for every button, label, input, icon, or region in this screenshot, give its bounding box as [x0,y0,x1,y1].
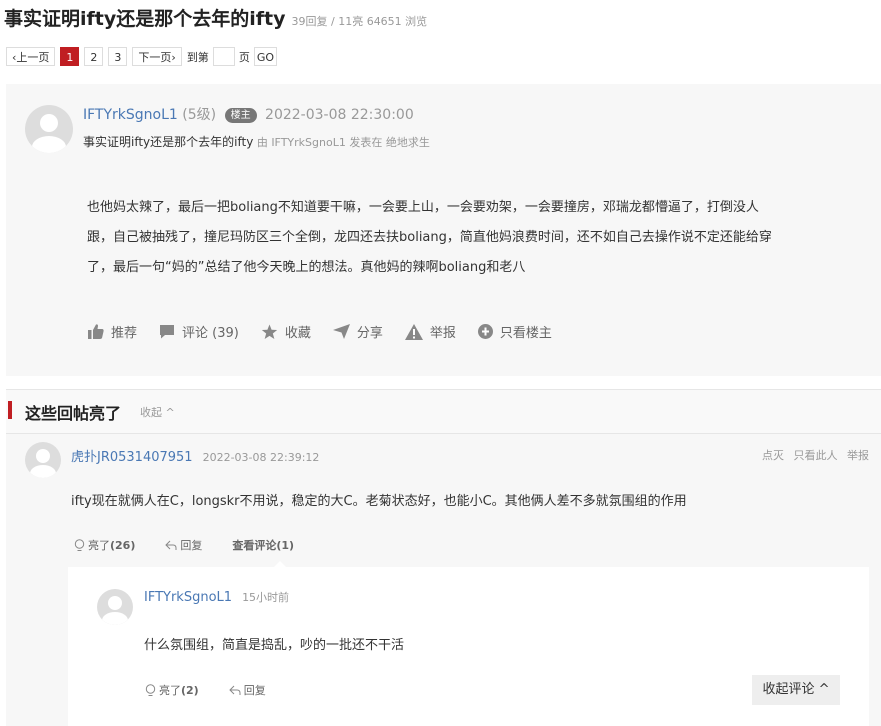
page-2-button[interactable]: 2 [84,47,104,66]
sub-reply-avatar[interactable] [97,589,133,625]
prev-page-button[interactable]: ‹上一页 [6,47,56,66]
thread-title-row: 事实证明ifty还是那个去年的ifty 39回复 / 11亮 64651 浏览 [4,4,427,31]
post-subject: 事实证明ifty还是那个去年的ifty [83,135,254,149]
thread-stats: 39回复 / 11亮 64651 浏览 [291,15,428,28]
light-button[interactable]: 亮了 (26) [74,537,135,553]
highlights-title: 这些回帖亮了 [25,404,122,423]
warning-icon [404,323,423,340]
post-actions: 推荐 评论 (39) 收藏 分享 举报 只看楼主 [88,322,574,341]
sub-light-count: (2) [181,683,199,697]
post-content-line: 跟，自己被抽残了，撞尼玛防区三个全倒，龙四还去扶boliang，简直他妈浪费时间… [87,230,772,245]
only-this-user-link[interactable]: 只看此人 [794,449,838,462]
forum-link[interactable]: 绝地求生 [386,136,430,149]
light-count: (26) [110,538,136,552]
sub-light-label: 亮了 [159,684,181,697]
view-comments-label: 查看评论(1) [232,539,295,552]
sub-light-button[interactable]: 亮了 (2) [145,682,199,698]
highlights-header [6,389,881,434]
goto-page-suffix: 页 [238,50,250,64]
sub-reply-time: 15小时前 [242,591,290,604]
comment-label: 评论 (39) [182,326,239,341]
collapse-comments-button[interactable]: 收起评论 ^ [752,675,840,705]
page-3-button[interactable]: 3 [108,47,128,66]
by-user-link[interactable]: IFTYrkSgnoL1 [271,136,346,149]
op-badge: 楼主 [224,108,257,123]
reply-label: 回复 [180,539,203,552]
highlights-collapse-button[interactable]: 收起 ^ [140,404,175,420]
only-op-button[interactable]: 只看楼主 [477,322,552,341]
goto-page-input[interactable] [212,47,235,66]
reply-links: 点灭 只看此人 举报 [756,447,869,463]
share-icon [332,324,350,339]
posted-in-label: 发表在 [349,136,383,149]
post-content-line: 也他妈太辣了，最后一把boliang不知道要干嘛，一会要上山，一会要劝架，一会要… [87,200,759,215]
reply-time: 2022-03-08 22:39:12 [202,451,320,464]
op-badge-icon [477,324,493,339]
downvote-link[interactable]: 点灭 [762,449,784,462]
thumbs-up-icon [88,324,104,339]
reply-text: ifty现在就俩人在C，longskr不用说，稳定的大C。老菊状态好，也能小C。… [71,494,687,509]
star-icon [261,324,277,339]
reply-arrow-icon [165,540,177,550]
sub-reply-label: 回复 [243,684,266,697]
reply-arrow-icon [229,685,241,695]
lightbulb-icon [145,683,156,696]
sub-reply-actions: 亮了 (2) 回复 [145,682,296,698]
reply-button[interactable]: 回复 [165,537,202,553]
recommend-label: 推荐 [111,326,138,341]
page-1-button[interactable]: 1 [60,47,80,66]
op-user-line: IFTYrkSgnoL1 (5级) 楼主 2022-03-08 22:30:00 [83,104,414,124]
report-label: 举报 [429,326,456,341]
pagination: ‹上一页 1 2 3 下一页› 到第 页 GO [6,47,282,66]
reply-actions: 亮了 (26) 回复 查看评论(1) [74,537,324,553]
view-comments-button[interactable]: 查看评论(1) [232,537,294,553]
by-label: 由 [256,136,268,149]
only-op-label: 只看楼主 [499,326,552,341]
comment-button[interactable]: 评论 (39) [159,322,239,341]
op-level: (5级) [182,107,217,123]
share-label: 分享 [356,326,383,341]
section-accent-bar [8,401,12,419]
sub-reply-username[interactable]: IFTYrkSgnoL1 [144,590,232,605]
sub-reply-button[interactable]: 回复 [229,682,266,698]
post-content-line: 了，最后一句“妈的”总结了他今天晚上的想法。真他妈的辣啊boliang和老八 [87,260,526,275]
go-button[interactable]: GO [253,47,277,66]
thread-title: 事实证明ifty还是那个去年的ifty [4,8,286,30]
op-avatar[interactable] [25,105,73,153]
share-button[interactable]: 分享 [332,322,383,341]
reply-avatar[interactable] [25,442,61,478]
comment-icon [160,325,175,339]
op-post-time: 2022-03-08 22:30:00 [265,107,414,123]
reply-username[interactable]: 虎扑JR0531407951 [71,450,193,465]
post-subtitle: 事实证明ifty还是那个去年的ifty 由 IFTYrkSgnoL1 发表在 绝… [83,133,430,150]
report-button[interactable]: 举报 [404,322,456,341]
report-reply-link[interactable]: 举报 [847,449,869,462]
recommend-button[interactable]: 推荐 [88,322,137,341]
op-username[interactable]: IFTYrkSgnoL1 [83,107,178,123]
next-page-button[interactable]: 下一页› [132,47,182,66]
reply-user-line: 虎扑JR0531407951 2022-03-08 22:39:12 [71,446,319,465]
favorite-button[interactable]: 收藏 [261,322,311,341]
post-content: 也他妈太辣了，最后一把boliang不知道要干嘛，一会要上山，一会要劝架，一会要… [87,193,827,283]
goto-label: 到第 [186,50,209,64]
favorite-label: 收藏 [284,326,311,341]
sub-reply-user-line: IFTYrkSgnoL1 15小时前 [144,589,289,605]
light-label: 亮了 [88,539,110,552]
sub-reply-text: 什么氛围组，简直是捣乱，吵的一批还不干活 [144,638,405,653]
lightbulb-icon [74,538,85,551]
